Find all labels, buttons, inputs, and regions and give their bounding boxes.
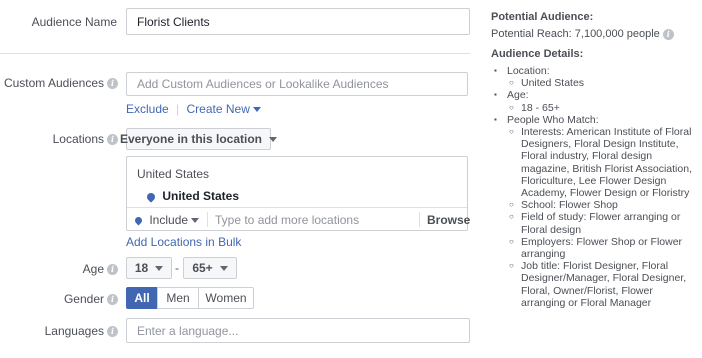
chevron-down-icon bbox=[252, 107, 261, 113]
age-label-row: Age i bbox=[83, 262, 118, 276]
detail-subitem: Job title: Florist Designer, Floral Desi… bbox=[507, 260, 696, 309]
custom-audiences-actions: Exclude | Create New bbox=[126, 102, 261, 116]
locations-label-row: Locations i bbox=[53, 132, 118, 146]
detail-item: Age: 18 - 65+ bbox=[491, 89, 696, 114]
detail-subitem: Employers: Flower Shop or Flower arrangi… bbox=[507, 236, 696, 260]
potential-audience-heading: Potential Audience: bbox=[491, 11, 594, 23]
detail-sublist: United States bbox=[507, 77, 696, 89]
chevron-down-icon bbox=[269, 136, 278, 142]
info-icon[interactable]: i bbox=[107, 294, 118, 306]
location-group-title: United States bbox=[137, 167, 210, 181]
browse-divider bbox=[419, 212, 420, 227]
detail-subitem: Field of study: Flower arranging or Flor… bbox=[507, 211, 696, 235]
chevron-down-icon bbox=[191, 218, 200, 224]
custom-audiences-label-row: Custom Audiences i bbox=[4, 76, 118, 90]
age-max-value: 65+ bbox=[192, 261, 213, 275]
detail-subitem: Interests: American Institute of Floral … bbox=[507, 126, 696, 199]
locations-search-input[interactable]: Type to add more locations bbox=[215, 213, 359, 227]
info-icon[interactable]: i bbox=[107, 264, 118, 276]
detail-label: Age: bbox=[507, 89, 529, 102]
audience-name-label: Audience Name bbox=[31, 15, 117, 29]
audience-name-input[interactable]: Florist Clients bbox=[126, 8, 470, 35]
info-icon[interactable]: i bbox=[107, 134, 118, 146]
potential-reach-row: Potential Reach: 7,100,000 people i bbox=[491, 28, 674, 40]
gender-label: Gender bbox=[63, 292, 104, 306]
location-pin-icon bbox=[145, 191, 157, 203]
chevron-down-icon bbox=[155, 265, 164, 271]
detail-subitem: School: Flower Shop bbox=[507, 199, 696, 211]
age-separator: - bbox=[175, 261, 179, 275]
gender-all-button[interactable]: All bbox=[126, 287, 158, 309]
gender-women-button[interactable]: Women bbox=[198, 287, 254, 309]
locations-type-dropdown[interactable]: Everyone in this location bbox=[120, 128, 278, 150]
section-divider bbox=[0, 53, 470, 54]
location-pin-icon bbox=[133, 215, 144, 226]
include-dropdown[interactable]: Include bbox=[133, 213, 200, 227]
detail-subitem: United States bbox=[507, 77, 696, 89]
browse-button[interactable]: Browse bbox=[427, 213, 470, 227]
locations-type-label: Everyone in this location bbox=[119, 132, 263, 146]
age-max-dropdown[interactable]: 65+ bbox=[183, 257, 237, 279]
audience-details-heading: Audience Details: bbox=[491, 48, 584, 60]
audience-name-value: Florist Clients bbox=[137, 14, 210, 29]
locations-label: Locations bbox=[52, 132, 104, 146]
detail-subitem: 18 - 65+ bbox=[507, 102, 696, 114]
locations-search-row: Include Type to add more locations Brows… bbox=[127, 207, 470, 231]
custom-audiences-placeholder: Add Custom Audiences or Lookalike Audien… bbox=[137, 77, 389, 91]
custom-audiences-input[interactable]: Add Custom Audiences or Lookalike Audien… bbox=[126, 72, 468, 96]
location-selected-item[interactable]: United States bbox=[145, 189, 240, 203]
locations-box: United States United States Include Type… bbox=[126, 156, 470, 231]
audience-details-list: Location: United States Age: 18 - 65+ Pe… bbox=[491, 65, 696, 309]
potential-reach-text: Potential Reach: 7,100,000 people bbox=[491, 28, 660, 40]
age-min-value: 18 bbox=[134, 261, 149, 275]
info-icon[interactable]: i bbox=[662, 28, 674, 40]
gender-label-row: Gender i bbox=[64, 292, 118, 306]
exclude-link[interactable]: Exclude bbox=[126, 102, 169, 116]
detail-sublist: Interests: American Institute of Floral … bbox=[507, 126, 696, 309]
detail-item: Location: United States bbox=[491, 65, 696, 90]
languages-label-row: Languages i bbox=[45, 324, 118, 338]
include-divider bbox=[207, 212, 208, 227]
custom-audiences-label: Custom Audiences bbox=[3, 76, 104, 90]
gender-men-button[interactable]: Men bbox=[157, 287, 199, 309]
add-locations-bulk-link[interactable]: Add Locations in Bulk bbox=[126, 235, 241, 249]
detail-item: People Who Match: Interests: American In… bbox=[491, 114, 696, 309]
info-icon[interactable]: i bbox=[107, 78, 118, 90]
info-icon[interactable]: i bbox=[107, 326, 118, 338]
chevron-down-icon bbox=[219, 265, 228, 271]
age-min-dropdown[interactable]: 18 bbox=[126, 257, 172, 279]
create-new-link[interactable]: Create New bbox=[187, 102, 261, 116]
location-selected-label: United States bbox=[162, 189, 240, 203]
include-label: Include bbox=[149, 213, 189, 227]
create-new-label: Create New bbox=[186, 102, 250, 116]
link-separator: | bbox=[176, 102, 180, 116]
age-label: Age bbox=[82, 262, 104, 276]
languages-input[interactable]: Enter a language... bbox=[126, 318, 470, 343]
detail-label: Location: bbox=[507, 65, 550, 77]
languages-label: Languages bbox=[44, 324, 104, 338]
detail-label: People Who Match: bbox=[507, 113, 599, 126]
detail-sublist: 18 - 65+ bbox=[507, 102, 696, 114]
languages-placeholder: Enter a language... bbox=[137, 323, 239, 338]
